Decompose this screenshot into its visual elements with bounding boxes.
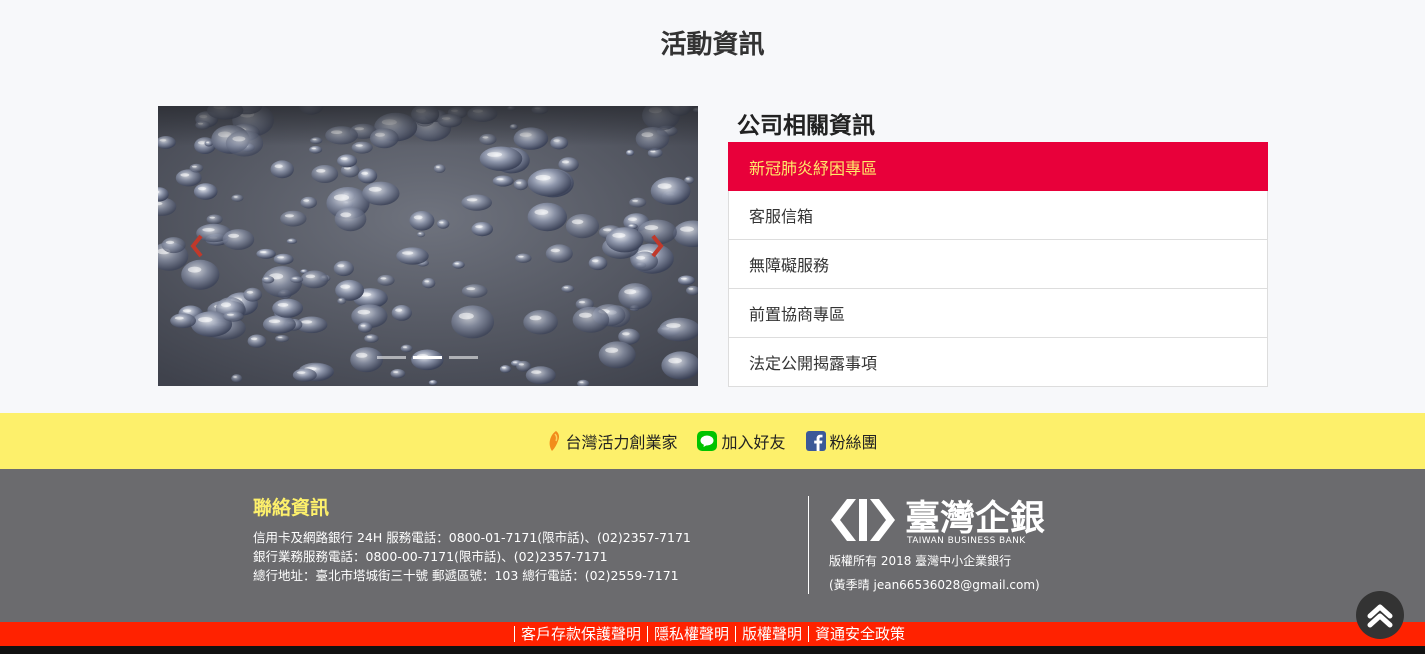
social-link-facebook-label: 粉絲團 — [829, 433, 878, 452]
bank-logo-mark: 臺灣企銀 TAIWAN BUSINESS BANK — [831, 498, 1045, 546]
contact-title: 聯絡資訊 — [253, 497, 330, 519]
carousel-indicator-2[interactable] — [413, 356, 442, 359]
social-link-facebook[interactable]: 粉絲團 — [805, 429, 878, 453]
facebook-icon — [805, 431, 826, 451]
info-item-pre-negotiation[interactable]: 前置協商專區 — [728, 289, 1268, 338]
carousel-next-button[interactable] — [641, 226, 671, 266]
bank-logo[interactable]: 臺灣企銀 TAIWAN BUSINESS BANK — [829, 496, 1059, 550]
contact-line-credit-card: 信用卡及網路銀行 24H 服務電話：0800-01-7171(限市話)、(02)… — [253, 530, 691, 545]
bank-logo-chinese: 臺灣企銀 — [905, 498, 1045, 539]
taiwan-icon — [550, 431, 560, 451]
social-link-line[interactable]: 加入好友 — [697, 429, 786, 453]
social-link-entrepreneur[interactable]: 台灣活力創業家 — [547, 429, 677, 453]
social-bar: 台灣活力創業家 加入好友 粉絲團 — [0, 413, 1425, 469]
copyright-text: 版權所有 2018 臺灣中小企業銀行 — [829, 554, 1012, 568]
policy-link-security[interactable]: 資通安全政策 — [808, 626, 911, 642]
policy-link-deposit-protection[interactable]: 客戶存款保護聲明 — [513, 626, 647, 642]
footer: 聯絡資訊 信用卡及網路銀行 24H 服務電話：0800-01-7171(限市話)… — [0, 469, 1425, 622]
info-item-accessibility[interactable]: 無障礙服務 — [728, 240, 1268, 289]
info-list: 新冠肺炎紓困專區 客服信箱 無障礙服務 前置協商專區 法定公開揭露事項 — [728, 142, 1268, 387]
info-title: 公司相關資訊 — [737, 113, 875, 139]
chevron-right-icon — [651, 234, 664, 258]
author-text: (黃季晴 jean66536028@gmail.com) — [829, 578, 1040, 592]
bank-logo-english: TAIWAN BUSINESS BANK — [906, 536, 1026, 546]
footer-divider — [808, 496, 809, 594]
info-item-legal-disclosure[interactable]: 法定公開揭露事項 — [728, 338, 1268, 387]
carousel-slide-image — [158, 106, 698, 386]
carousel[interactable] — [158, 106, 698, 386]
carousel-prev-button[interactable] — [183, 226, 213, 266]
social-link-line-label: 加入好友 — [721, 433, 786, 452]
contact-line-banking: 銀行業務服務電話：0800-00-7171(限市話)、(02)2357-7171 — [253, 549, 608, 564]
policy-bar: 客戶存款保護聲明 隱私權聲明 版權聲明 資通安全政策 — [0, 622, 1425, 646]
social-link-entrepreneur-label: 台灣活力創業家 — [565, 433, 678, 452]
scroll-to-top-button[interactable] — [1356, 591, 1404, 639]
chevron-up-icon — [1367, 604, 1393, 628]
carousel-indicator-3[interactable] — [449, 356, 478, 359]
section-title: 活動資訊 — [660, 30, 765, 60]
bottom-strip — [0, 646, 1425, 654]
carousel-indicators — [377, 356, 487, 360]
line-icon — [697, 431, 718, 451]
info-item-covid-relief[interactable]: 新冠肺炎紓困專區 — [728, 142, 1268, 191]
policy-link-privacy[interactable]: 隱私權聲明 — [646, 626, 735, 642]
chevron-left-icon — [190, 234, 203, 258]
contact-line-address: 總行地址：臺北市塔城街三十號 郵遞區號：103 總行電話：(02)2559-71… — [253, 568, 679, 583]
info-item-service-mailbox[interactable]: 客服信箱 — [728, 191, 1268, 240]
carousel-indicator-1[interactable] — [377, 356, 406, 359]
policy-link-copyright[interactable]: 版權聲明 — [735, 626, 808, 642]
